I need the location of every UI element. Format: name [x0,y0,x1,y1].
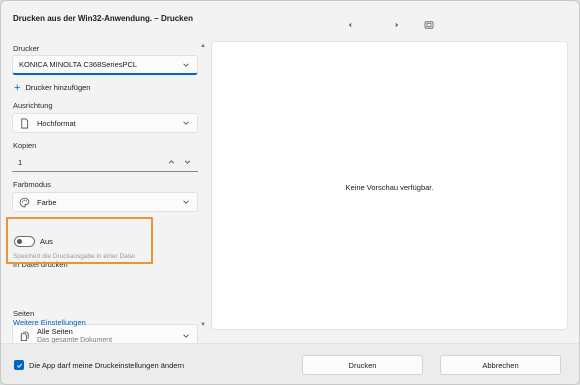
scroll-down-icon[interactable]: ▼ [200,322,206,328]
allow-app-settings-label: Die App darf meine Druckeinstellungen än… [29,361,185,370]
pages-label: Seiten [13,309,35,318]
page-portrait-icon [21,118,29,128]
chevron-up-icon[interactable] [167,158,176,166]
copies-label: Kopien [13,141,37,150]
scroll-up-icon[interactable]: ▲ [200,43,206,49]
printer-label: Drucker [13,44,40,53]
print-to-file-hint: Speichert die Druckausgabe in einer Date… [13,253,135,260]
color-mode-label: Farbmodus [13,180,51,189]
preview-empty-text: Keine Vorschau verfügbar. [345,183,434,192]
window-title: Drucken aus der Win32-Anwendung. – Druck… [13,14,193,23]
print-to-file-state: Aus [40,237,53,246]
copies-underline [12,171,198,172]
more-settings-link[interactable]: Weitere Einstellungen [13,318,86,327]
copies-stepper[interactable]: 1 [12,152,198,172]
print-preview: Keine Vorschau verfügbar. [211,41,568,330]
orientation-value: Hochformat [37,118,76,128]
add-printer-link[interactable]: + Drucker hinzufügen [14,81,91,94]
orientation-label: Ausrichtung [13,101,53,110]
printer-select[interactable]: KONICA MINOLTA C368SeriesPCL [12,55,198,75]
chevron-down-icon[interactable] [183,158,192,166]
chevron-left-icon[interactable] [344,19,356,31]
chevron-down-icon [183,63,189,67]
chevron-right-icon[interactable] [391,19,403,31]
chevron-down-icon [183,334,189,338]
add-printer-label: Drucker hinzufügen [25,83,91,92]
settings-panel: Drucker KONICA MINOLTA C368SeriesPCL + D… [1,41,208,348]
print-button[interactable]: Drucken [302,355,423,375]
cancel-button[interactable]: Abbrechen [440,355,561,375]
print-to-file-toggle[interactable] [14,236,35,247]
chevron-down-icon [183,121,189,125]
pages-value: Alle Seiten [37,327,73,336]
color-mode-value: Farbe [37,197,57,207]
checkmark-icon [16,363,22,368]
fit-page-icon[interactable] [423,19,435,31]
chevron-down-icon [183,200,189,204]
color-mode-select[interactable]: Farbe [12,192,198,212]
plus-icon: + [14,81,21,94]
dialog-footer: Die App darf meine Druckeinstellungen än… [1,343,579,384]
printer-value: KONICA MINOLTA C368SeriesPCL [19,60,138,69]
palette-icon [19,197,30,207]
toggle-knob [17,239,22,244]
allow-app-settings-checkbox[interactable] [14,360,24,370]
pages-icon [20,331,29,341]
copies-value: 1 [18,158,23,167]
print-dialog: Drucken aus der Win32-Anwendung. – Druck… [0,0,580,385]
orientation-select[interactable]: Hochformat [12,113,198,133]
